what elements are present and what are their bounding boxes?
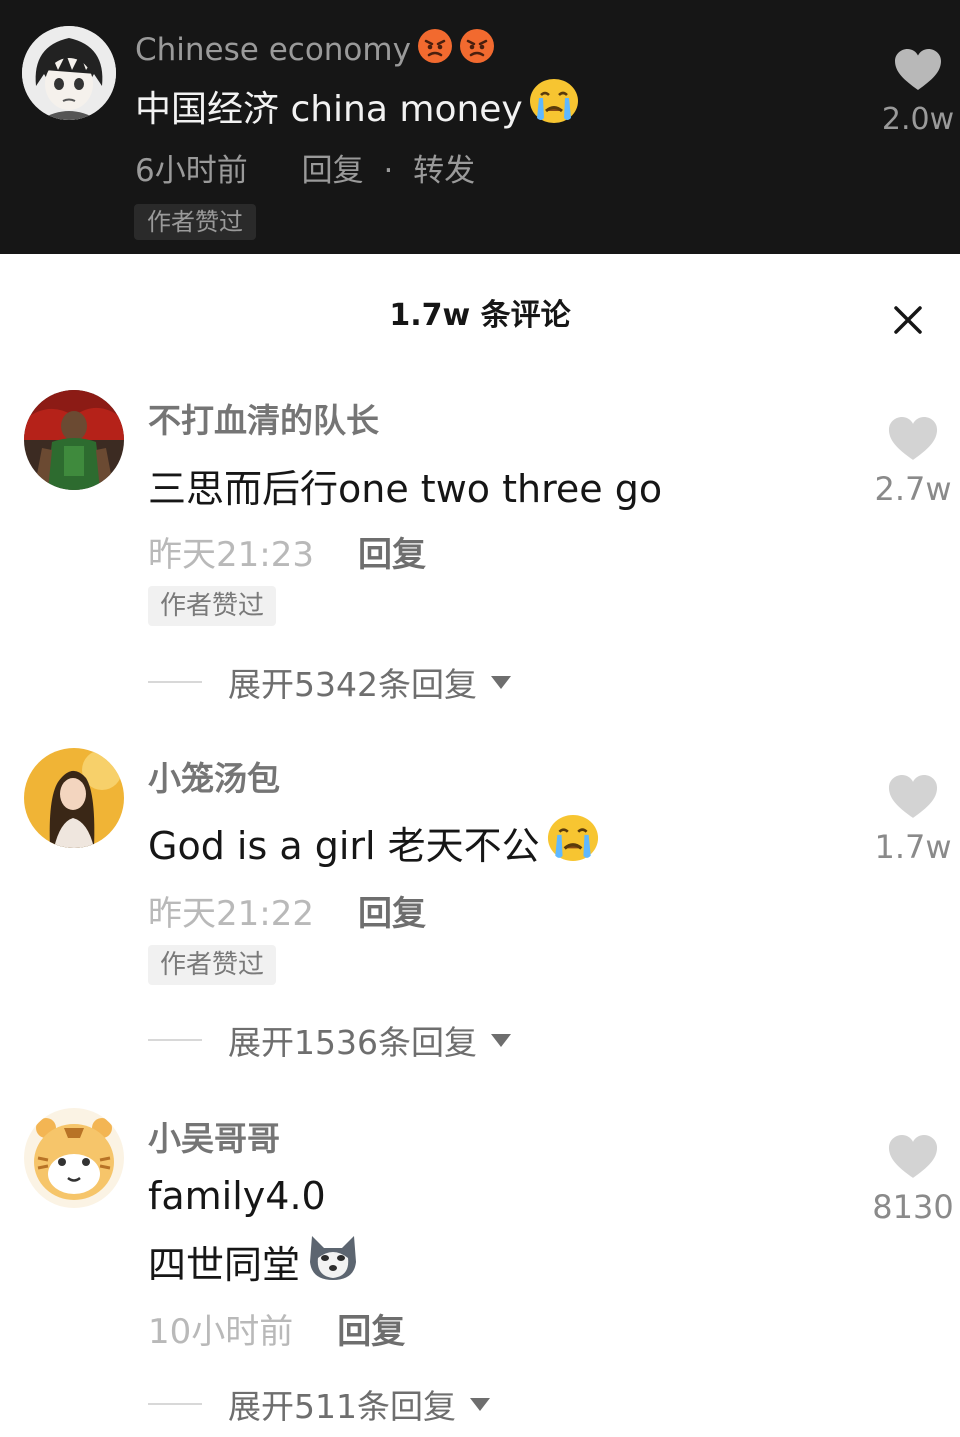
like-count: 2.0w bbox=[881, 102, 955, 137]
comment-content: 中国经济 china money bbox=[135, 78, 579, 133]
comment-text: God is a girl 老天不公 bbox=[148, 824, 540, 868]
like-count: 2.7w bbox=[874, 470, 952, 508]
heart-icon bbox=[888, 775, 938, 818]
comment-content: God is a girl 老天不公 bbox=[148, 814, 600, 871]
expand-replies-button[interactable]: 展开1536条回复 bbox=[148, 1016, 511, 1064]
author-liked-badge: 作者赞过 bbox=[148, 586, 277, 626]
husky-dog-emoji bbox=[306, 1232, 360, 1291]
comment-time: 6小时前 bbox=[135, 153, 248, 189]
reply-button[interactable]: 回复 bbox=[358, 535, 426, 575]
meta-separator: · bbox=[383, 153, 394, 189]
tiger-cartoon-avatar-icon bbox=[24, 1108, 124, 1208]
crying-face-emoji bbox=[546, 814, 600, 871]
like-button[interactable]: 1.7w bbox=[866, 774, 960, 866]
like-count: 8130 bbox=[872, 1188, 954, 1226]
reply-button[interactable]: 回复 bbox=[337, 1312, 405, 1352]
comment-meta: 6小时前 回复 · 转发 bbox=[135, 145, 475, 190]
forward-button[interactable]: 转发 bbox=[413, 145, 475, 190]
comment-meta: 昨天21:22 回复 bbox=[148, 886, 426, 935]
avatar[interactable] bbox=[22, 26, 116, 120]
divider-line bbox=[148, 1039, 202, 1041]
avatar[interactable] bbox=[24, 1108, 124, 1208]
close-icon bbox=[894, 306, 922, 334]
close-button[interactable] bbox=[888, 300, 928, 340]
comment-content: 四世同堂 bbox=[148, 1232, 360, 1291]
divider-line bbox=[148, 681, 202, 683]
top-comment: Chinese economy 中国经济 china money 6小时前 回复… bbox=[0, 0, 960, 254]
heart-icon bbox=[895, 49, 941, 90]
angry-face-emoji bbox=[417, 28, 453, 72]
expand-replies-label: 展开5342条回复 bbox=[228, 665, 477, 704]
reply-button[interactable]: 回复 bbox=[358, 894, 426, 934]
comment-username[interactable]: 不打血清的队长 bbox=[148, 394, 379, 442]
comment-time: 昨天21:22 bbox=[148, 894, 314, 934]
username-text: Chinese economy bbox=[135, 32, 411, 68]
expand-replies-button[interactable]: 展开511条回复 bbox=[148, 1380, 490, 1428]
chevron-down-icon bbox=[470, 1397, 490, 1411]
like-count: 1.7w bbox=[874, 828, 952, 866]
portrait-avatar-icon bbox=[24, 748, 124, 848]
divider-line bbox=[148, 1403, 202, 1405]
comment-username[interactable]: 小笼汤包 bbox=[148, 752, 280, 800]
anime-avatar-icon bbox=[22, 26, 116, 120]
comment-username[interactable]: Chinese economy bbox=[135, 28, 495, 72]
like-button[interactable]: 2.7w bbox=[866, 416, 960, 508]
crying-face-emoji bbox=[529, 78, 579, 133]
expand-replies-label: 展开1536条回复 bbox=[228, 1023, 477, 1062]
comment-text-line-2: 四世同堂 bbox=[148, 1243, 301, 1287]
comment-text: 三思而后行one two three go bbox=[148, 467, 663, 511]
comment-text: 中国经济 china money bbox=[135, 88, 523, 130]
expand-replies-label: 展开511条回复 bbox=[228, 1387, 456, 1426]
avatar[interactable] bbox=[24, 390, 124, 490]
angry-face-emoji bbox=[459, 28, 495, 72]
comment-meta: 10小时前 回复 bbox=[148, 1304, 405, 1353]
comment-time: 10小时前 bbox=[148, 1312, 294, 1352]
heart-icon bbox=[888, 417, 938, 460]
like-button[interactable]: 2.0w bbox=[876, 48, 960, 137]
warrior-avatar-icon bbox=[24, 390, 124, 490]
comment-time: 昨天21:23 bbox=[148, 535, 314, 575]
avatar[interactable] bbox=[24, 748, 124, 848]
heart-icon bbox=[888, 1135, 938, 1178]
comment-meta: 昨天21:23 回复 bbox=[148, 527, 426, 576]
comment-username[interactable]: 小吴哥哥 bbox=[148, 1112, 280, 1160]
chevron-down-icon bbox=[490, 675, 511, 689]
like-button[interactable]: 8130 bbox=[866, 1134, 960, 1226]
comment-text-line-1: family4.0 bbox=[148, 1174, 326, 1218]
reply-button[interactable]: 回复 bbox=[302, 145, 364, 190]
author-liked-badge: 作者赞过 bbox=[148, 945, 277, 985]
chevron-down-icon bbox=[490, 1033, 511, 1047]
expand-replies-button[interactable]: 展开5342条回复 bbox=[148, 658, 511, 706]
comments-count-title: 1.7w 条评论 bbox=[389, 298, 571, 333]
author-liked-badge: 作者赞过 bbox=[134, 204, 256, 240]
